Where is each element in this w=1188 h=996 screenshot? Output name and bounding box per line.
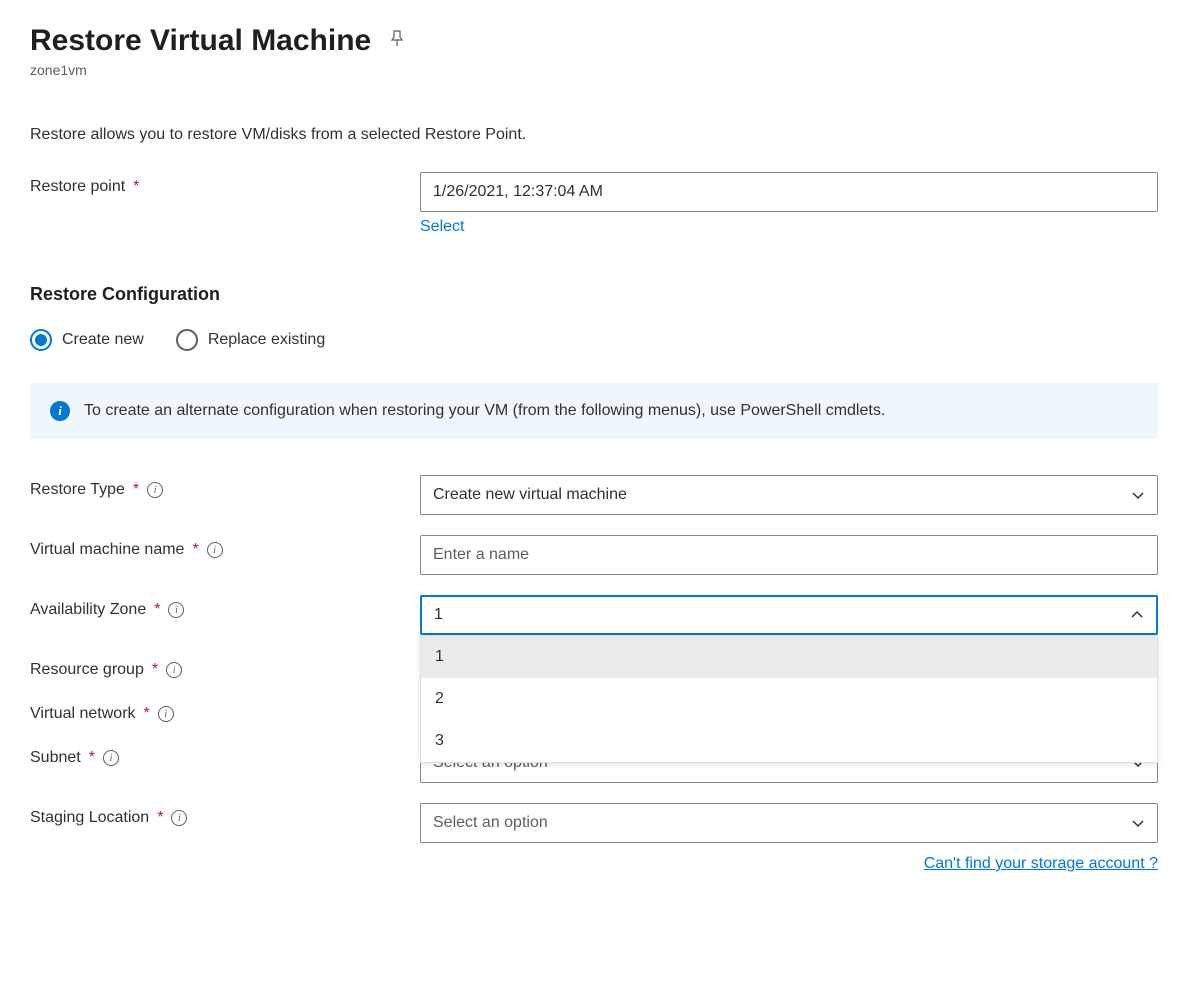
required-asterisk: *: [133, 178, 139, 196]
radio-replace-existing[interactable]: Replace existing: [176, 329, 325, 351]
radio-create-new[interactable]: Create new: [30, 329, 144, 351]
radio-create-new-control[interactable]: [30, 329, 52, 351]
pin-icon[interactable]: [387, 29, 407, 54]
restore-point-input[interactable]: [420, 172, 1158, 212]
zone-option-2[interactable]: 2: [421, 678, 1157, 720]
info-banner-text: To create an alternate configuration whe…: [84, 402, 885, 420]
info-banner: i To create an alternate configuration w…: [30, 383, 1158, 439]
help-icon[interactable]: i: [103, 750, 119, 766]
required-asterisk: *: [152, 661, 158, 679]
required-asterisk: *: [144, 705, 150, 723]
restore-type-dropdown[interactable]: Create new virtual machine: [420, 475, 1158, 515]
required-asterisk: *: [89, 749, 95, 767]
required-asterisk: *: [133, 481, 139, 499]
restore-point-label: Restore point *: [30, 172, 420, 196]
help-icon[interactable]: i: [158, 706, 174, 722]
staging-location-label: Staging Location * i: [30, 803, 420, 827]
resource-group-label: Resource group * i: [30, 655, 420, 679]
subnet-label: Subnet * i: [30, 743, 420, 767]
required-asterisk: *: [154, 601, 160, 619]
zone-option-1[interactable]: 1: [421, 636, 1157, 678]
help-icon[interactable]: i: [168, 602, 184, 618]
vm-name-input[interactable]: [420, 535, 1158, 575]
cant-find-storage-link[interactable]: Can't find your storage account ?: [924, 855, 1158, 873]
availability-zone-dropdown[interactable]: 1: [420, 595, 1158, 635]
radio-replace-existing-control[interactable]: [176, 329, 198, 351]
virtual-network-label: Virtual network * i: [30, 699, 420, 723]
chevron-down-icon: [1131, 816, 1145, 830]
help-icon[interactable]: i: [147, 482, 163, 498]
chevron-up-icon: [1130, 608, 1144, 622]
page-title: Restore Virtual Machine: [30, 24, 371, 58]
radio-replace-existing-label: Replace existing: [208, 331, 325, 349]
radio-create-new-label: Create new: [62, 331, 144, 349]
required-asterisk: *: [157, 809, 163, 827]
info-icon: i: [50, 401, 70, 421]
chevron-down-icon: [1131, 488, 1145, 502]
help-icon[interactable]: i: [166, 662, 182, 678]
restore-config-heading: Restore Configuration: [30, 284, 1158, 305]
select-restore-point-link[interactable]: Select: [420, 218, 464, 236]
availability-zone-menu: 1 2 3: [420, 635, 1158, 763]
help-icon[interactable]: i: [171, 810, 187, 826]
restore-type-label: Restore Type * i: [30, 475, 420, 499]
staging-location-dropdown[interactable]: Select an option: [420, 803, 1158, 843]
required-asterisk: *: [192, 541, 198, 559]
vm-name-label: Virtual machine name * i: [30, 535, 420, 559]
description-text: Restore allows you to restore VM/disks f…: [30, 126, 1158, 144]
resource-subtitle: zone1vm: [30, 62, 1158, 78]
help-icon[interactable]: i: [207, 542, 223, 558]
zone-option-3[interactable]: 3: [421, 720, 1157, 762]
availability-zone-label: Availability Zone * i: [30, 595, 420, 619]
